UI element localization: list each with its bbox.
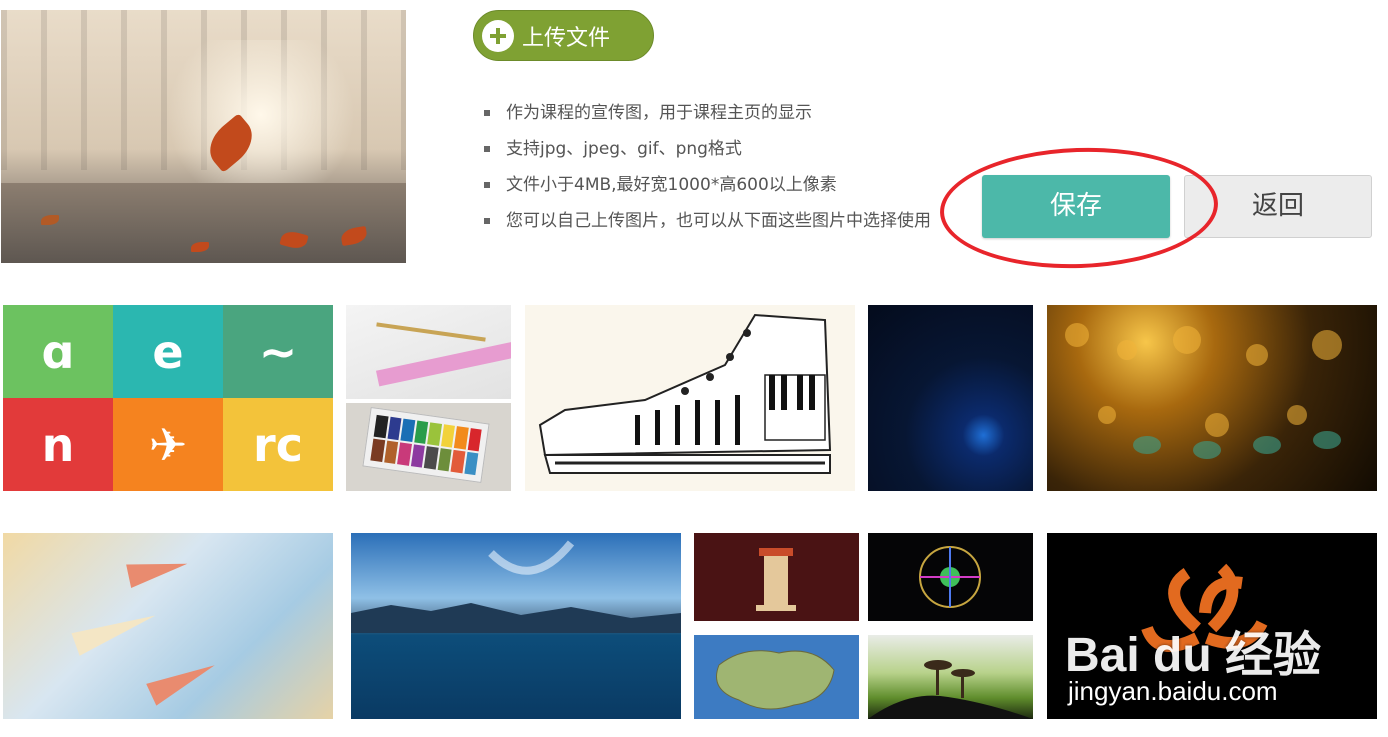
save-button[interactable]: 保存 [982,175,1170,238]
app-tile: n [3,398,113,491]
mountain-silhouette-icon [351,540,681,633]
paint-palette-shape [362,406,490,484]
tower-icon [756,548,796,611]
sneaker-illustration-icon [538,313,832,474]
upload-tips-list: 作为课程的宣传图，用于课程主页的显示 支持jpg、jpeg、gif、png格式 … [484,100,931,244]
watermark-url: jingyan.baidu.com [1068,676,1278,706]
gallery-thumb-mountain-lake[interactable] [351,533,681,719]
gallery-thumb-tower-illustration[interactable] [694,533,859,621]
tip-item: 您可以自己上传图片，也可以从下面这些图片中选择使用 [484,208,931,244]
app-tile: rc [223,398,333,491]
gallery-thumb-blue-network[interactable] [868,305,1033,491]
gallery-thumb-fantasy-map[interactable] [694,635,859,719]
plus-circle-icon [482,19,514,52]
bokeh-lights-icon [1065,323,1342,459]
tip-item: 文件小于4MB,最好宽1000*高600以上像素 [484,172,931,208]
baidu-jingyan-watermark: Bai du 经验 [1065,629,1322,682]
map-land-icon [716,650,835,710]
gallery-thumb-app-icons[interactable]: ɑ e ~ n ✈ rc [3,305,333,491]
gallery-thumb-colorful-wheel[interactable] [868,533,1033,621]
gallery-thumb-mushroom[interactable] [868,635,1033,719]
course-cover-preview [1,10,406,263]
back-button[interactable]: 返回 [1184,175,1372,238]
light-glow-shape [151,40,371,190]
paper-plane-icon [126,552,190,588]
gallery-thumb-golden-bokeh[interactable] [1047,305,1377,491]
gallery-thumb-paper-planes[interactable] [3,533,333,719]
paper-plane-icon [146,654,220,706]
app-tile: ~ [223,305,333,398]
gallery-thumb-ruler-pencil[interactable] [346,305,511,399]
tip-item: 支持jpg、jpeg、gif、png格式 [484,136,931,172]
mushroom-icon [868,660,1033,719]
gallery-thumb-paint-box[interactable] [346,403,511,491]
tip-item: 作为课程的宣传图，用于课程主页的显示 [484,100,931,136]
upload-file-button[interactable]: 上传文件 [473,10,654,61]
app-tile: ✈ [113,398,223,491]
app-tile: ɑ [3,305,113,398]
paper-plane-icon [71,604,160,656]
wheel-icon [919,546,981,608]
app-tile: e [113,305,223,398]
gallery-thumb-piano-sneaker[interactable] [525,305,855,491]
upload-file-label: 上传文件 [522,25,611,51]
